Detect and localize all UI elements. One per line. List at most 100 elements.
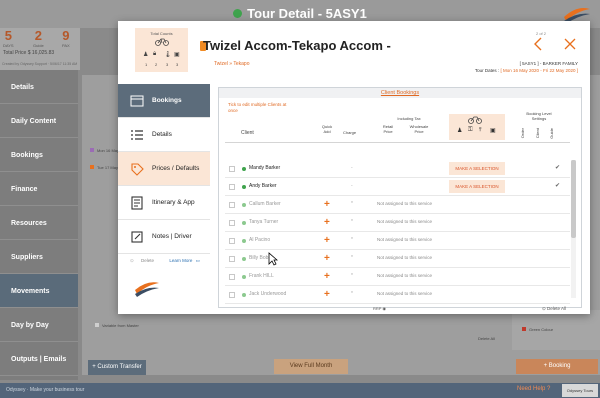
bicycle-icon (155, 38, 169, 46)
delete-link[interactable]: Delete (141, 258, 154, 263)
row-checkbox[interactable] (229, 166, 235, 172)
col-flag-order: Order (520, 128, 525, 139)
page-title: Tour Detail - 5ASY1 (0, 6, 600, 21)
row-checkbox[interactable] (229, 184, 235, 190)
person-icon: ♟ (143, 52, 149, 58)
sidebar-item-outputs[interactable]: Outputs | Emails (0, 342, 78, 376)
side-links: ⊙ Delete Learn More ▭ (130, 258, 200, 264)
sidebar-item-suppliers[interactable]: Suppliers (0, 240, 78, 274)
custom-transfer-button[interactable]: + Custom Transfer (88, 360, 146, 375)
stat-pax: 9 PAX (62, 28, 70, 48)
charge-value: * (351, 237, 353, 243)
client-name: Tanya Turner (249, 219, 279, 225)
table-row[interactable]: Mandy Barker - MAKE A SELECTION ✔ (225, 160, 570, 178)
booking-button[interactable]: + Booking (516, 359, 598, 374)
tab-prices-defaults[interactable]: Prices / Defaults (118, 152, 210, 186)
row-checkbox[interactable] (229, 256, 235, 262)
sidebar-item-movements[interactable]: Movements (0, 274, 78, 308)
table-row[interactable]: Jack Underwood + * Not assigned to this … (225, 286, 570, 304)
row-checkbox[interactable] (229, 292, 235, 298)
col-wholesale: Wholesale Price (409, 124, 429, 134)
table-row[interactable]: Al Pacino + * Not assigned to this servi… (225, 232, 570, 250)
bicycle-icon (468, 116, 482, 124)
table-row[interactable]: Andy Barker - MAKE A SELECTION ✔ (225, 178, 570, 196)
sidebar-item-finance[interactable]: Finance (0, 172, 78, 206)
delete-all-button[interactable]: ⊙ Delete All (542, 306, 566, 312)
need-help-link[interactable]: Need Help ? (517, 386, 550, 392)
delete-all-bg[interactable]: Delete All (478, 336, 495, 341)
mouse-cursor-icon (268, 252, 278, 266)
view-full-month-button[interactable]: View Full Month (274, 359, 348, 374)
table-row[interactable]: Callum Barker + * Not assigned to this s… (225, 196, 570, 214)
sidebar-item-details[interactable]: Details (0, 70, 78, 104)
row-checkbox[interactable] (229, 274, 235, 280)
row-checkbox[interactable] (229, 202, 235, 208)
check-icon[interactable]: ✔ (555, 164, 560, 171)
row-checkbox[interactable] (229, 238, 235, 244)
learn-more-link[interactable]: Learn More (169, 258, 192, 263)
count-value: 3 (176, 62, 179, 67)
not-assigned-note: Not assigned to this service (377, 273, 433, 278)
tab-details[interactable]: Details (118, 118, 210, 152)
quick-add-icon[interactable]: + (324, 235, 330, 246)
chevron-left-icon[interactable] (532, 37, 546, 51)
stat-guide: 2 Guide (33, 28, 44, 48)
sidebar-item-day-by-day[interactable]: Day by Day (0, 308, 78, 342)
quick-add-icon[interactable]: + (324, 271, 330, 282)
charge-value: * (351, 201, 353, 207)
quick-add-icon[interactable]: + (324, 199, 330, 210)
charge-value: - (351, 165, 353, 171)
table-row[interactable]: Frank HILL + * Not assigned to this serv… (225, 268, 570, 286)
col-booking-level: Booking Level Settings (526, 111, 552, 121)
sidebar-item-bookings[interactable]: Bookings (0, 138, 78, 172)
status-dot (242, 275, 246, 279)
page-title-text: Tour Detail - 5ASY1 (247, 6, 367, 21)
quick-add-icon[interactable]: + (324, 253, 330, 264)
scrollbar[interactable] (571, 160, 576, 298)
route-subtitle: Twizel » Tekapo (214, 61, 250, 67)
tour-family: [ 5ASY1 ] - BARKER FAMILY (519, 61, 578, 66)
total-price: Total Price $ 16,025.83 (3, 50, 55, 56)
rrp-toggle[interactable]: RRP ◉ (373, 306, 386, 311)
not-assigned-note: Not assigned to this service (377, 291, 433, 296)
make-selection-button[interactable]: MAKE A SELECTION (449, 162, 505, 175)
legend-variable: Variable from Master (95, 323, 139, 328)
charge-value: * (351, 291, 353, 297)
client-name: Al Pacino (249, 237, 271, 243)
charge-value: * (351, 273, 353, 279)
quick-add-icon[interactable]: + (324, 217, 330, 228)
client-name: Callum Barker (249, 201, 281, 207)
close-icon[interactable] (564, 38, 576, 50)
tab-notes-driver[interactable]: Notes | Driver (118, 220, 210, 254)
sidebar-item-daily-content[interactable]: Daily Content (0, 104, 78, 138)
col-quick-add: Quick Add (321, 124, 333, 134)
client-name: Billy Bob (249, 255, 269, 261)
make-selection-button[interactable]: MAKE A SELECTION (449, 180, 505, 193)
app-footer: Odyssey · Make your business tour Need H… (0, 383, 600, 398)
status-dot (242, 221, 246, 225)
status-dot (233, 9, 243, 18)
lock-icon: ⚿ (468, 127, 473, 133)
scrollbar-thumb[interactable] (571, 160, 576, 238)
charge-value: * (351, 255, 353, 261)
table-row[interactable]: Tanya Turner + * Not assigned to this se… (225, 214, 570, 232)
person-icon: ♟ (457, 128, 463, 134)
tab-bookings[interactable]: Bookings (118, 84, 210, 118)
bookings-icon (130, 95, 144, 107)
sidebar-item-resources[interactable]: Resources (0, 206, 78, 240)
tick-note: Tick to edit multiple Clients at once (228, 102, 287, 113)
check-icon[interactable]: ✔ (555, 182, 560, 189)
created-by: Created by Odyssey Support · 5/06/17 11:… (2, 62, 78, 66)
swoosh-logo-icon (135, 282, 159, 297)
count-value: 1 (145, 62, 148, 67)
row-checkbox[interactable] (229, 220, 235, 226)
col-charge: Charge (343, 130, 357, 135)
client-bookings-header[interactable]: Client Bookings (219, 88, 581, 98)
itinerary-icon (131, 196, 143, 210)
toggle-icon[interactable]: ▭ (196, 258, 200, 263)
charge-value: - (351, 183, 353, 189)
quick-add-icon[interactable]: + (324, 289, 330, 300)
tab-itinerary-app[interactable]: Itinerary & App (118, 186, 210, 220)
tour-stats: 5 DAYS 2 Guide 9 PAX Total Price $ 16,025.8… (0, 28, 80, 70)
list-icon (131, 130, 143, 140)
